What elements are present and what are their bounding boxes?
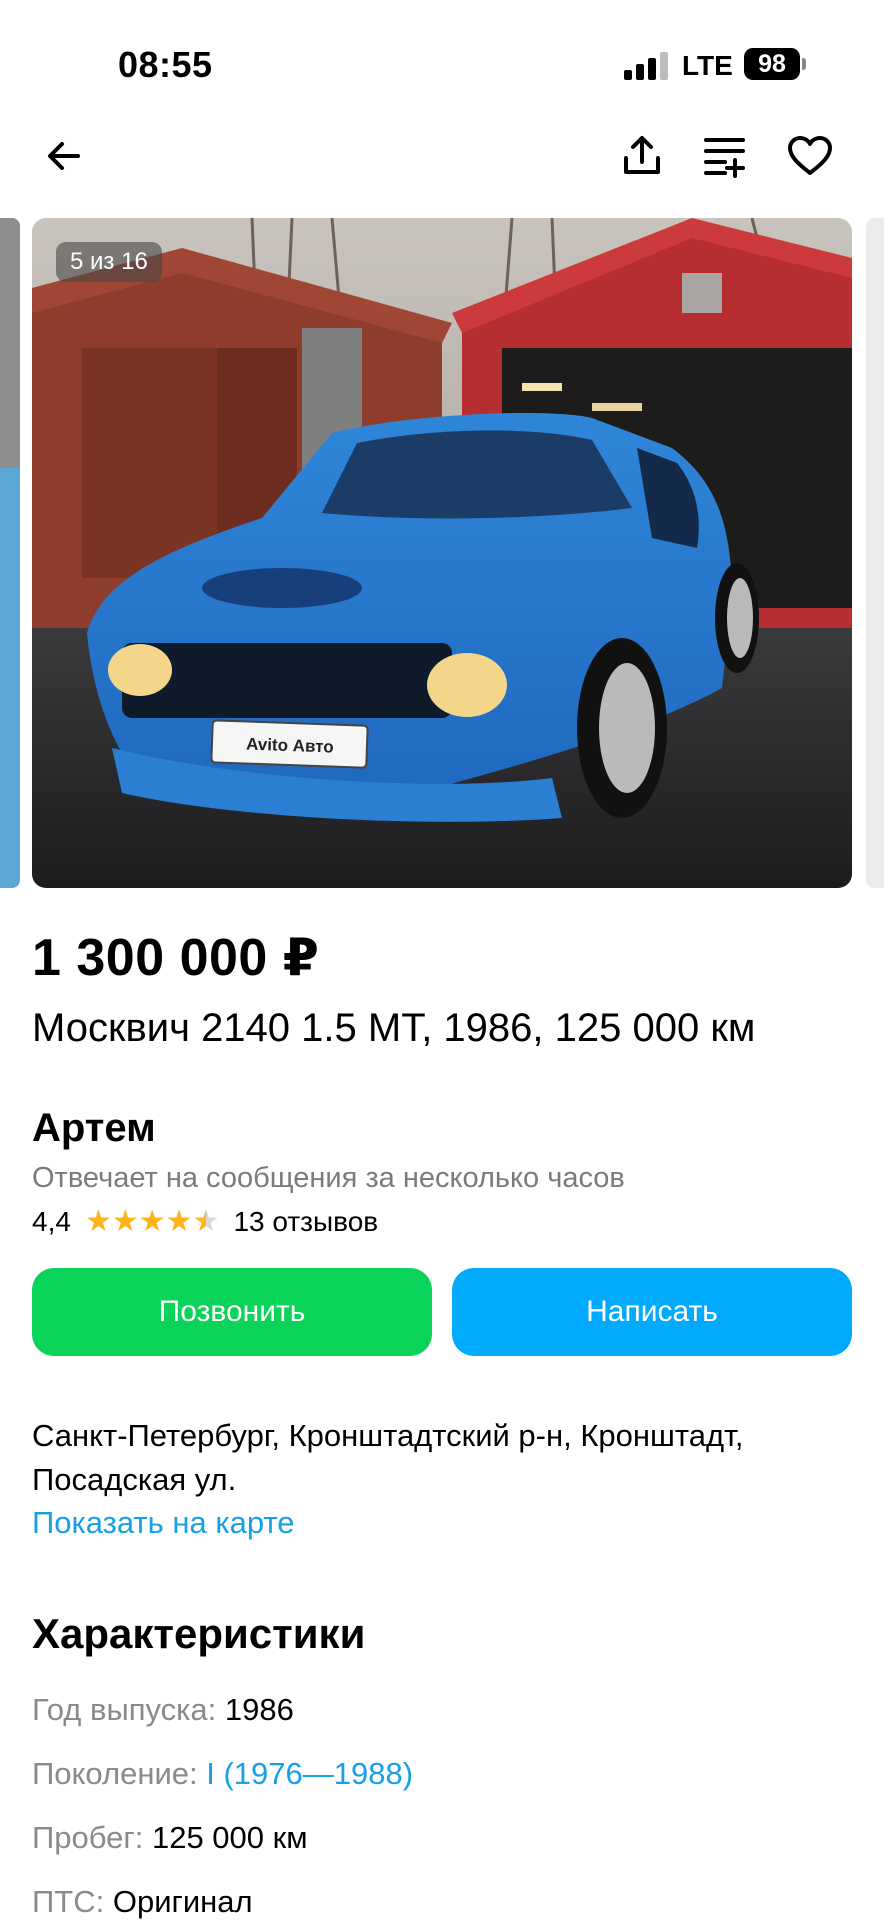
- listing-price: 1 300 000 ₽: [32, 929, 320, 987]
- favorite-button[interactable]: [780, 126, 840, 186]
- listing-address: Санкт-Петербург, Кронштадтский р-н, Крон…: [32, 1418, 744, 1497]
- show-on-map-link[interactable]: Показать на карте: [32, 1505, 295, 1541]
- call-button[interactable]: Позвонить: [32, 1268, 432, 1356]
- spec-label: Пробег:: [32, 1820, 144, 1855]
- spec-label: Поколение:: [32, 1756, 198, 1791]
- network-type: LTE: [682, 50, 733, 81]
- battery-cap: [802, 58, 806, 70]
- signal-icon: [624, 52, 668, 80]
- share-icon: [624, 136, 660, 174]
- message-button[interactable]: Написать: [452, 1268, 852, 1356]
- half-star-icon: ★: [192, 1205, 220, 1238]
- rating-value: 4,4: [32, 1206, 71, 1237]
- spec-row-generation: Поколение: I (1976—1988): [32, 1756, 413, 1792]
- share-button[interactable]: [612, 126, 672, 186]
- rating-stars: ★ ★ ★ ★ ★: [85, 1207, 220, 1237]
- star-icon: ★: [84, 1205, 112, 1238]
- star-icon: ★: [111, 1205, 139, 1238]
- seller-response-time: Отвечает на сообщения за несколько часов: [32, 1162, 625, 1194]
- gallery-next-photo[interactable]: [866, 218, 884, 888]
- gallery-prev-photo[interactable]: [0, 218, 20, 888]
- listing-photo[interactable]: Avito Авто: [32, 218, 852, 888]
- spec-label: Год выпуска:: [32, 1692, 217, 1727]
- generation-link[interactable]: I (1976—1988): [206, 1756, 413, 1791]
- spec-row-year: Год выпуска: 1986: [32, 1692, 294, 1728]
- seller-rating[interactable]: 4,4 ★ ★ ★ ★ ★ 13 отзывов: [32, 1206, 378, 1238]
- spec-value: Оригинал: [112, 1884, 253, 1919]
- photo-counter: 5 из 16: [56, 242, 162, 282]
- listing-title: Москвич 2140 1.5 MT, 1986, 125 000 км: [32, 1006, 756, 1050]
- battery-icon: 98: [744, 48, 800, 80]
- spec-row-mileage: Пробег: 125 000 км: [32, 1820, 308, 1856]
- spec-row-pts: ПТС: Оригинал: [32, 1884, 253, 1920]
- compare-icon: [704, 138, 745, 178]
- spec-value: 1986: [224, 1692, 294, 1727]
- spec-value: 125 000 км: [151, 1820, 308, 1855]
- back-button[interactable]: [34, 126, 94, 186]
- star-icon: ★: [165, 1205, 193, 1238]
- specs-title: Характеристики: [32, 1610, 366, 1657]
- arrow-left-icon: [48, 142, 80, 170]
- reviews-count: 13 отзывов: [233, 1206, 379, 1237]
- car-photo-image: Avito Авто: [32, 218, 852, 888]
- heart-icon: [788, 136, 832, 175]
- star-icon: ★: [138, 1205, 166, 1238]
- compare-button[interactable]: [696, 126, 756, 186]
- plate-text: Avito Авто: [246, 735, 334, 757]
- status-time: 08:55: [118, 44, 213, 85]
- spec-label: ПТС:: [32, 1884, 105, 1919]
- seller-name[interactable]: Артем: [32, 1106, 156, 1151]
